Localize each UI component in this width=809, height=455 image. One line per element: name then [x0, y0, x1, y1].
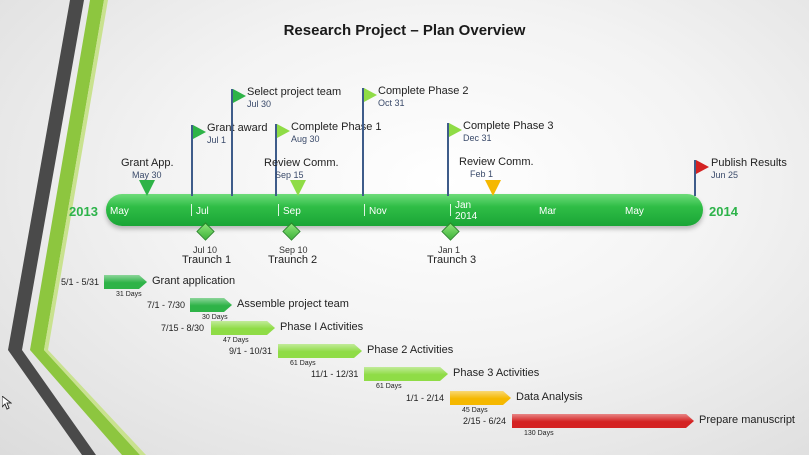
task-duration: 30 Days: [202, 314, 228, 321]
task-name: Grant application: [152, 275, 236, 287]
milestone-date: Jul 1: [207, 135, 227, 145]
milestone-flag-icon: [277, 124, 290, 138]
month-label: May: [110, 206, 129, 217]
milestone-date: Feb 1: [470, 169, 494, 179]
task-bar: [278, 344, 362, 358]
decorative-stripes: [8, 0, 146, 455]
milestone-triangle-icon: [139, 180, 155, 196]
milestone-flag-icon: [193, 125, 206, 139]
task-name: Assemble project team: [237, 298, 349, 310]
task-date-range: 11/1 - 12/31: [311, 369, 359, 379]
milestone-date: Jul 30: [247, 99, 272, 109]
milestone-date: Oct 31: [378, 98, 405, 108]
milestone-label: Select project team: [247, 86, 342, 98]
task-date-range: 7/1 - 7/30: [147, 300, 186, 310]
month-label: May: [625, 206, 644, 217]
task-date-range: 9/1 - 10/31: [229, 346, 273, 356]
task-duration: 61 Days: [290, 360, 316, 367]
task-name: Phase 3 Activities: [453, 367, 540, 379]
task-name: Phase I Activities: [280, 321, 364, 333]
task-date-range: 7/15 - 8/30: [161, 323, 205, 333]
task-duration: 47 Days: [223, 337, 249, 344]
milestone-pole: [231, 89, 233, 196]
month-tick: [191, 204, 192, 216]
milestone-date: Aug 30: [291, 134, 320, 144]
milestone-triangle-icon: [485, 180, 501, 196]
milestone-date: Jun 25: [711, 170, 739, 180]
traunch-label: Traunch 2: [268, 254, 318, 266]
task-name: Data Analysis: [516, 391, 583, 403]
month-tick: [278, 204, 279, 216]
task-bar: [211, 321, 275, 335]
month-label: Jan 2014: [455, 200, 478, 222]
milestone-date: May 30: [132, 170, 162, 180]
task-name: Prepare manuscript: [699, 414, 795, 426]
task-bar: [190, 298, 232, 312]
milestone-label: Grant App.: [121, 157, 174, 169]
milestone-label: Complete Phase 1: [291, 121, 382, 133]
milestone-date: Sep 15: [275, 170, 304, 180]
month-label: Jul: [196, 206, 209, 217]
month-label: Mar: [539, 206, 557, 217]
milestone-pole: [362, 88, 364, 196]
year-end-label: 2014: [709, 204, 738, 219]
traunch-label: Traunch 3: [427, 254, 477, 266]
month-label: Sep: [283, 206, 301, 217]
task-name: Phase 2 Activities: [367, 344, 454, 356]
year-start-label: 2013: [69, 204, 98, 219]
milestone-label: Publish Results: [711, 157, 787, 169]
task-bar: [512, 414, 694, 428]
milestone-date: Dec 31: [463, 133, 492, 143]
month-tick: [364, 204, 365, 216]
month-tick: [450, 204, 451, 216]
page-title: Research Project – Plan Overview: [283, 22, 526, 39]
milestone-label: Review Comm.: [459, 156, 534, 168]
milestone-label: Complete Phase 2: [378, 85, 469, 97]
task-duration: 61 Days: [376, 383, 402, 390]
task-bar: [450, 391, 511, 405]
milestone-flag-icon: [233, 89, 246, 103]
milestone-flag-icon: [696, 160, 709, 174]
task-date-range: 5/1 - 5/31: [61, 277, 100, 287]
milestone-label: Grant award: [207, 122, 268, 134]
task-duration: 130 Days: [524, 430, 554, 437]
milestone-label: Review Comm.: [264, 157, 339, 169]
month-label: Nov: [369, 206, 387, 217]
task-duration: 31 Days: [116, 291, 142, 298]
traunch-label: Traunch 1: [182, 254, 232, 266]
task-bar: [364, 367, 448, 381]
milestone-label: Complete Phase 3: [463, 120, 554, 132]
milestone-flag-icon: [449, 123, 462, 137]
milestone-flag-icon: [364, 88, 377, 102]
task-date-range: 2/15 - 6/24: [463, 416, 507, 426]
mouse-cursor-icon: [2, 396, 12, 410]
task-bar: [104, 275, 147, 289]
task-date-range: 1/1 - 2/14: [406, 393, 445, 403]
task-duration: 45 Days: [462, 407, 488, 414]
milestone-triangle-icon: [290, 180, 306, 196]
